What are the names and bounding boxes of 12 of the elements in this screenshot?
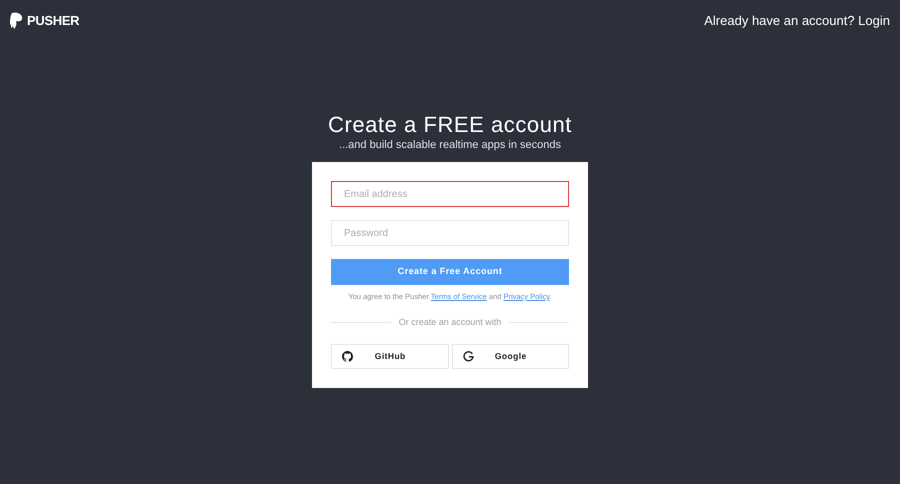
github-icon [342,350,353,362]
logo-icon [10,12,24,30]
email-field[interactable]: Email address [331,181,569,207]
password-field[interactable]: Password [331,220,569,246]
page-title: Create a FREE account [328,112,572,138]
page-subtitle: ...and build scalable realtime apps in seconds [339,138,561,152]
social-login-button[interactable]: Google [452,344,569,368]
login-link[interactable]: Already have an account? Login [704,11,890,31]
logo-text: PUSHER [27,12,80,30]
social-login-button[interactable]: GitHub [331,344,448,368]
divider-text: Or create an account with [398,316,502,329]
google-icon [462,350,474,362]
